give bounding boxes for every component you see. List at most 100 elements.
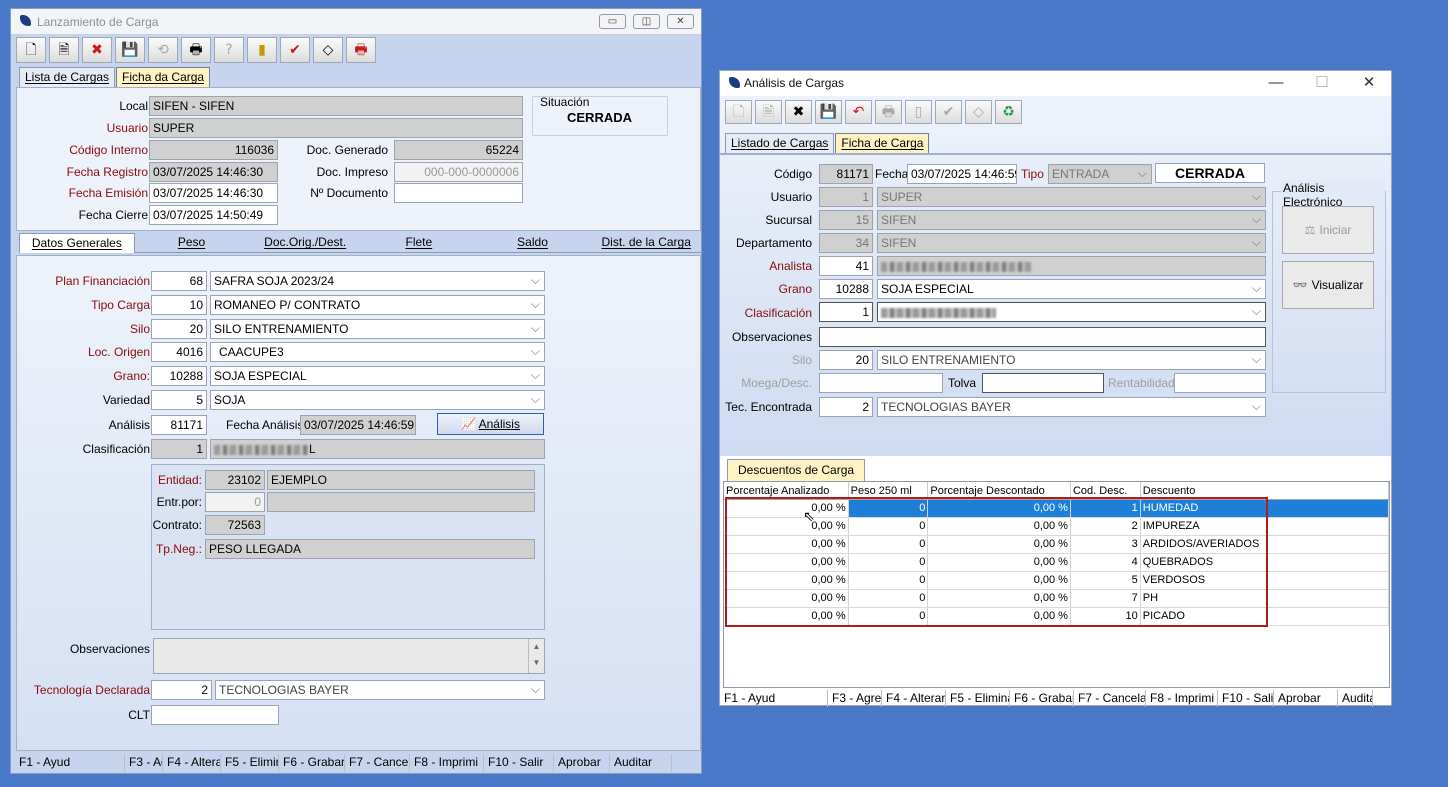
contrato-field[interactable]: 72563 — [205, 515, 265, 535]
table-row[interactable]: 0,00 % 0 0,00 % 7 PH — [724, 590, 1389, 608]
column-header[interactable]: Cod. Desc. — [1071, 482, 1141, 499]
grano-code[interactable]: 10288 — [151, 366, 207, 386]
close-button[interactable]: ✕ — [1349, 73, 1389, 93]
table-cell[interactable]: 0,00 % — [928, 536, 1071, 553]
table-cell[interactable]: 1 — [1070, 500, 1141, 517]
tec-declarada-select[interactable]: TECNOLOGIAS BAYER — [215, 680, 545, 700]
observaciones-textarea[interactable]: ▲ ▼ — [153, 638, 545, 674]
table-cell[interactable]: 0 — [849, 518, 929, 535]
entr-por-name[interactable] — [267, 492, 535, 512]
tolva-field[interactable] — [982, 373, 1104, 393]
moega-field[interactable] — [819, 373, 943, 393]
tec-encontrada-select[interactable]: TECNOLOGIAS BAYER — [877, 397, 1266, 417]
tab-listado-de-cargas[interactable]: Listado de Cargas — [725, 133, 835, 153]
departamento-select[interactable]: SIFEN — [877, 233, 1266, 253]
tp-neg-field[interactable]: PESO LLEGADA — [205, 539, 535, 559]
column-header[interactable]: Descuento — [1141, 482, 1390, 499]
table-cell[interactable]: 10 — [1071, 608, 1141, 625]
table-row[interactable]: 0,00 % 0 0,00 % 10 PICADO — [724, 608, 1389, 626]
fecha-emision-field[interactable]: 03/07/2025 14:46:30 — [149, 183, 278, 203]
entidad-name[interactable]: EJEMPLO — [267, 470, 535, 490]
table-cell[interactable]: QUEBRADOS — [1141, 554, 1389, 571]
delete-icon[interactable]: ✖ — [82, 37, 112, 63]
variedad-code[interactable]: 5 — [151, 390, 207, 410]
usuario-code[interactable]: 1 — [819, 187, 873, 207]
section-tab-3[interactable]: Flete — [362, 233, 476, 253]
table-cell[interactable]: VERDOSOS — [1141, 572, 1389, 589]
status-item[interactable]: Auditar — [610, 754, 672, 772]
fecha-analisis-field[interactable]: 03/07/2025 14:46:59 — [300, 415, 416, 435]
table-cell[interactable]: 0,00 % — [724, 572, 849, 589]
tab-descuentos[interactable]: Descuentos de Carga — [727, 459, 866, 481]
clasificacion-code[interactable]: 1 — [151, 439, 207, 459]
status-item[interactable]: F1 - Ayud — [720, 690, 828, 707]
table-cell[interactable]: 0,00 % — [724, 518, 849, 535]
table-cell[interactable]: 0,00 % — [928, 500, 1071, 517]
new-icon[interactable]: 🗋 — [725, 100, 752, 124]
scrollbar[interactable]: ▲ ▼ — [528, 639, 544, 673]
clt-field[interactable] — [151, 705, 279, 725]
status-item[interactable]: F5 - Elimina — [221, 754, 279, 772]
eraser-icon[interactable]: ◇ — [313, 37, 343, 63]
save-icon[interactable]: 💾 — [815, 100, 842, 124]
departamento-code[interactable]: 34 — [819, 233, 873, 253]
table-cell[interactable]: 0,00 % — [724, 590, 849, 607]
tab-ficha-da-carga[interactable]: Ficha da Carga — [116, 67, 211, 87]
grano-code[interactable]: 10288 — [819, 279, 873, 299]
section-tab-0[interactable]: Datos Generales — [19, 233, 135, 253]
undo-icon[interactable]: ⟲ — [148, 37, 178, 63]
table-cell[interactable]: 0 — [849, 572, 929, 589]
status-item[interactable]: Aprobar — [554, 754, 610, 772]
table-cell[interactable]: 0 — [848, 500, 929, 517]
column-header[interactable]: Porcentaje Analizado — [724, 482, 849, 499]
rentabilidad-field[interactable] — [1174, 373, 1266, 393]
grano-select[interactable]: SOJA ESPECIAL — [210, 366, 545, 386]
loc-origen-select[interactable]: CAACUPE3 — [210, 342, 545, 362]
close-button[interactable]: ✕ — [667, 14, 694, 29]
plan-code[interactable]: 68 — [151, 271, 207, 291]
printer-red-icon[interactable]: 🖶 — [346, 37, 376, 63]
table-cell[interactable]: 3 — [1071, 536, 1141, 553]
fecha-cierre-field[interactable]: 03/07/2025 14:50:49 — [149, 205, 278, 225]
table-cell[interactable]: 0,00 % — [928, 518, 1071, 535]
clasificacion-code[interactable]: 1 — [819, 302, 873, 322]
local-field[interactable]: SIFEN - SIFEN — [149, 96, 523, 116]
status-item[interactable]: F8 - Imprimi — [410, 754, 484, 772]
codigo-field[interactable]: 81171 — [819, 164, 873, 184]
usuario-select[interactable]: SUPER — [877, 187, 1266, 207]
copy-icon[interactable]: 🗎 — [755, 100, 782, 124]
refresh-icon[interactable]: ♻ — [995, 100, 1022, 124]
visualizar-button[interactable]: 👓 Visualizar — [1282, 261, 1374, 309]
check-icon[interactable]: ✔ — [280, 37, 310, 63]
table-row[interactable]: 0,00 % 0 0,00 % 2 IMPUREZA — [724, 518, 1389, 536]
tipo-carga-code[interactable]: 10 — [151, 295, 207, 315]
status-item[interactable]: F3 - Agrega — [828, 690, 882, 707]
section-tab-4[interactable]: Saldo — [475, 233, 590, 253]
tec-declarada-code[interactable]: 2 — [151, 680, 212, 700]
entr-por-code[interactable]: 0 — [205, 492, 265, 512]
status-item[interactable]: F4 - Alterar — [163, 754, 221, 772]
clasificacion-select[interactable] — [877, 302, 1266, 322]
table-cell[interactable]: 0,00 % — [724, 554, 849, 571]
status-item[interactable]: F3 - Agrega — [125, 754, 163, 772]
silo-select[interactable]: SILO ENTRENAMIENTO — [877, 350, 1266, 370]
status-item[interactable]: Aprobar — [1274, 690, 1338, 707]
check-icon[interactable]: ✔ — [935, 100, 962, 124]
n-documento-field[interactable] — [394, 183, 523, 203]
fecha-field[interactable]: 03/07/2025 14:46:59 — [907, 164, 1017, 184]
status-item[interactable]: F10 - Salir — [1218, 690, 1274, 707]
status-item[interactable]: F8 - Imprimi — [1146, 690, 1218, 707]
codigo-interno-field[interactable]: 116036 — [149, 140, 278, 160]
table-cell[interactable]: IMPUREZA — [1141, 518, 1389, 535]
table-cell[interactable]: 0 — [849, 608, 929, 625]
table-row[interactable]: 0,00 % 0 0,00 % 3 ARDIDOS/AVERIADOS — [724, 536, 1389, 554]
table-cell[interactable]: PICADO — [1141, 608, 1389, 625]
sucursal-select[interactable]: SIFEN — [877, 210, 1266, 230]
iniciar-button[interactable]: ⚖ Iniciar — [1282, 206, 1374, 254]
minimize-button[interactable]: — — [1256, 73, 1296, 93]
analista-field[interactable] — [877, 256, 1266, 276]
status-item[interactable]: F4 - Alterar — [882, 690, 946, 707]
tab-lista-de-cargas[interactable]: Lista de Cargas — [19, 67, 116, 87]
tipo-carga-select[interactable]: ROMANEO P/ CONTRATO — [210, 295, 545, 315]
section-tab-2[interactable]: Doc.Orig./Dest. — [248, 233, 363, 253]
